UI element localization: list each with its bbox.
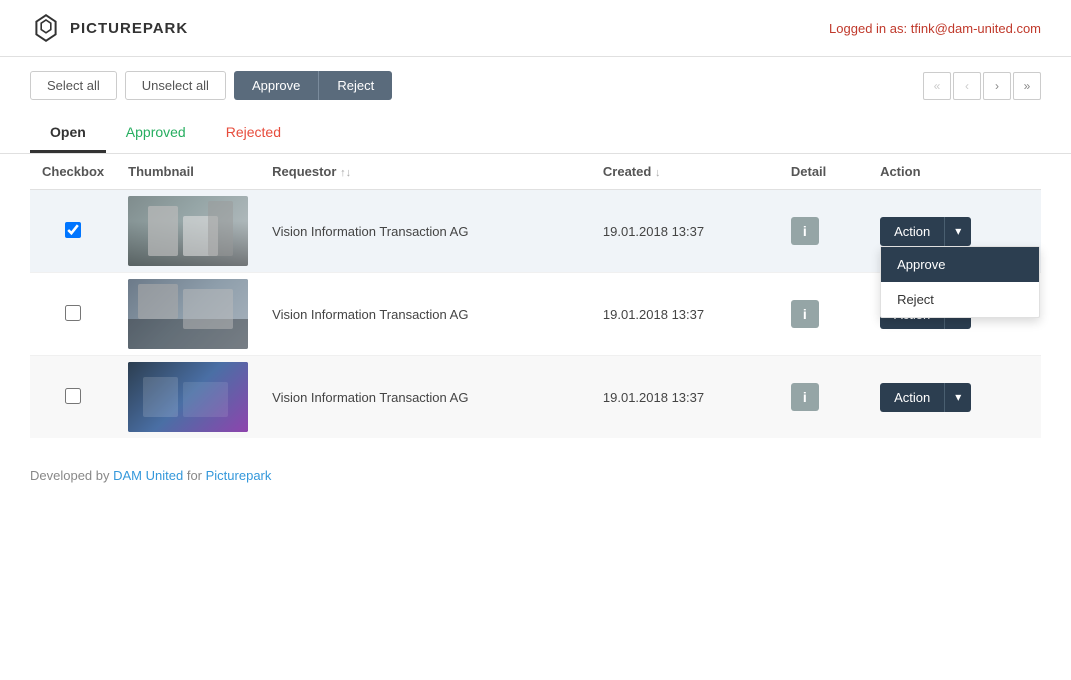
table-body: Vision Information Transaction AG 19.01.… bbox=[30, 190, 1041, 439]
header: PICTUREPARK Logged in as: tfink@dam-unit… bbox=[0, 0, 1071, 57]
row-1-action-cell: Action ▾ Approve Reject ↖ bbox=[868, 190, 1041, 273]
row-3-action-group: Action ▾ bbox=[880, 383, 971, 412]
row-3-thumbnail-cell bbox=[116, 356, 260, 439]
row-2-checkbox-cell bbox=[30, 273, 116, 356]
row-1-reject-option[interactable]: Reject bbox=[881, 282, 1039, 317]
row-3-checkbox-cell bbox=[30, 356, 116, 439]
logo-icon bbox=[30, 12, 62, 44]
col-checkbox: Checkbox bbox=[30, 154, 116, 190]
row-1-action-group: Action ▾ Approve Reject bbox=[880, 217, 971, 246]
row-1-action-dropdown-toggle[interactable]: ▾ bbox=[944, 217, 971, 246]
row-2-thumbnail bbox=[128, 279, 248, 349]
bulk-approve-button[interactable]: Approve bbox=[234, 71, 318, 100]
logo-text: PICTUREPARK bbox=[70, 20, 188, 37]
tab-approved[interactable]: Approved bbox=[106, 114, 206, 153]
row-2-created: 19.01.2018 13:37 bbox=[591, 273, 779, 356]
row-3-action-button[interactable]: Action bbox=[880, 383, 944, 412]
row-3-action-dropdown-toggle[interactable]: ▾ bbox=[944, 383, 971, 412]
toolbar-left: Select all Unselect all Approve Reject bbox=[30, 71, 392, 100]
requestor-sort-icon: ↑↓ bbox=[340, 167, 351, 179]
approve-reject-group: Approve Reject bbox=[234, 71, 392, 100]
row-2-detail-cell: i bbox=[779, 273, 868, 356]
logged-in-email: tfink@dam-united.com bbox=[911, 21, 1041, 36]
row-1-detail-cell: i bbox=[779, 190, 868, 273]
toolbar: Select all Unselect all Approve Reject «… bbox=[0, 57, 1071, 114]
footer: Developed by DAM United for Picturepark bbox=[0, 438, 1071, 503]
col-requestor: Requestor ↑↓ bbox=[260, 154, 591, 190]
logged-in-label: Logged in as: bbox=[829, 21, 907, 36]
logged-in-info: Logged in as: tfink@dam-united.com bbox=[829, 21, 1041, 36]
row-3-action-cell: Action ▾ bbox=[868, 356, 1041, 439]
footer-for: for bbox=[187, 468, 206, 483]
table-row: Vision Information Transaction AG 19.01.… bbox=[30, 190, 1041, 273]
unselect-all-button[interactable]: Unselect all bbox=[125, 71, 226, 100]
row-1-thumbnail-cell bbox=[116, 190, 260, 273]
row-2-thumbnail-cell bbox=[116, 273, 260, 356]
row-2-requestor: Vision Information Transaction AG bbox=[260, 273, 591, 356]
pagination-prev-single[interactable]: ‹ bbox=[953, 72, 981, 100]
bulk-reject-button[interactable]: Reject bbox=[318, 71, 392, 100]
col-action: Action bbox=[868, 154, 1041, 190]
row-1-detail-button[interactable]: i bbox=[791, 217, 819, 245]
row-1-checkbox[interactable] bbox=[65, 222, 81, 238]
tabs: Open Approved Rejected bbox=[0, 114, 1071, 154]
row-1-action-button[interactable]: Action bbox=[880, 217, 944, 246]
row-2-checkbox[interactable] bbox=[65, 305, 81, 321]
pagination: « ‹ › » bbox=[923, 72, 1041, 100]
row-3-detail-button[interactable]: i bbox=[791, 383, 819, 411]
row-3-checkbox[interactable] bbox=[65, 388, 81, 404]
row-2-detail-button[interactable]: i bbox=[791, 300, 819, 328]
select-all-button[interactable]: Select all bbox=[30, 71, 117, 100]
row-3-created: 19.01.2018 13:37 bbox=[591, 356, 779, 439]
tab-rejected[interactable]: Rejected bbox=[206, 114, 301, 153]
pagination-next-double[interactable]: » bbox=[1013, 72, 1041, 100]
row-1-dropdown-menu: Approve Reject bbox=[880, 246, 1040, 318]
pagination-next-single[interactable]: › bbox=[983, 72, 1011, 100]
col-created: Created ↓ bbox=[591, 154, 779, 190]
col-detail: Detail bbox=[779, 154, 868, 190]
table-header: Checkbox Thumbnail Requestor ↑↓ Created … bbox=[30, 154, 1041, 190]
table-row: Vision Information Transaction AG 19.01.… bbox=[30, 356, 1041, 439]
pagination-prev-double[interactable]: « bbox=[923, 72, 951, 100]
row-1-created: 19.01.2018 13:37 bbox=[591, 190, 779, 273]
row-3-thumbnail bbox=[128, 362, 248, 432]
requests-table: Checkbox Thumbnail Requestor ↑↓ Created … bbox=[30, 154, 1041, 438]
row-3-detail-cell: i bbox=[779, 356, 868, 439]
tab-open[interactable]: Open bbox=[30, 114, 106, 153]
row-1-requestor: Vision Information Transaction AG bbox=[260, 190, 591, 273]
logo: PICTUREPARK bbox=[30, 12, 188, 44]
footer-picturepark-link[interactable]: Picturepark bbox=[206, 468, 272, 483]
row-1-approve-option[interactable]: Approve bbox=[881, 247, 1039, 282]
footer-dam-united-link[interactable]: DAM United bbox=[113, 468, 183, 483]
created-sort-icon: ↓ bbox=[655, 167, 661, 179]
row-3-requestor: Vision Information Transaction AG bbox=[260, 356, 591, 439]
row-1-thumbnail bbox=[128, 196, 248, 266]
row-1-checkbox-cell bbox=[30, 190, 116, 273]
col-thumbnail: Thumbnail bbox=[116, 154, 260, 190]
table-container: Checkbox Thumbnail Requestor ↑↓ Created … bbox=[0, 154, 1071, 438]
footer-developed-by: Developed by bbox=[30, 468, 110, 483]
